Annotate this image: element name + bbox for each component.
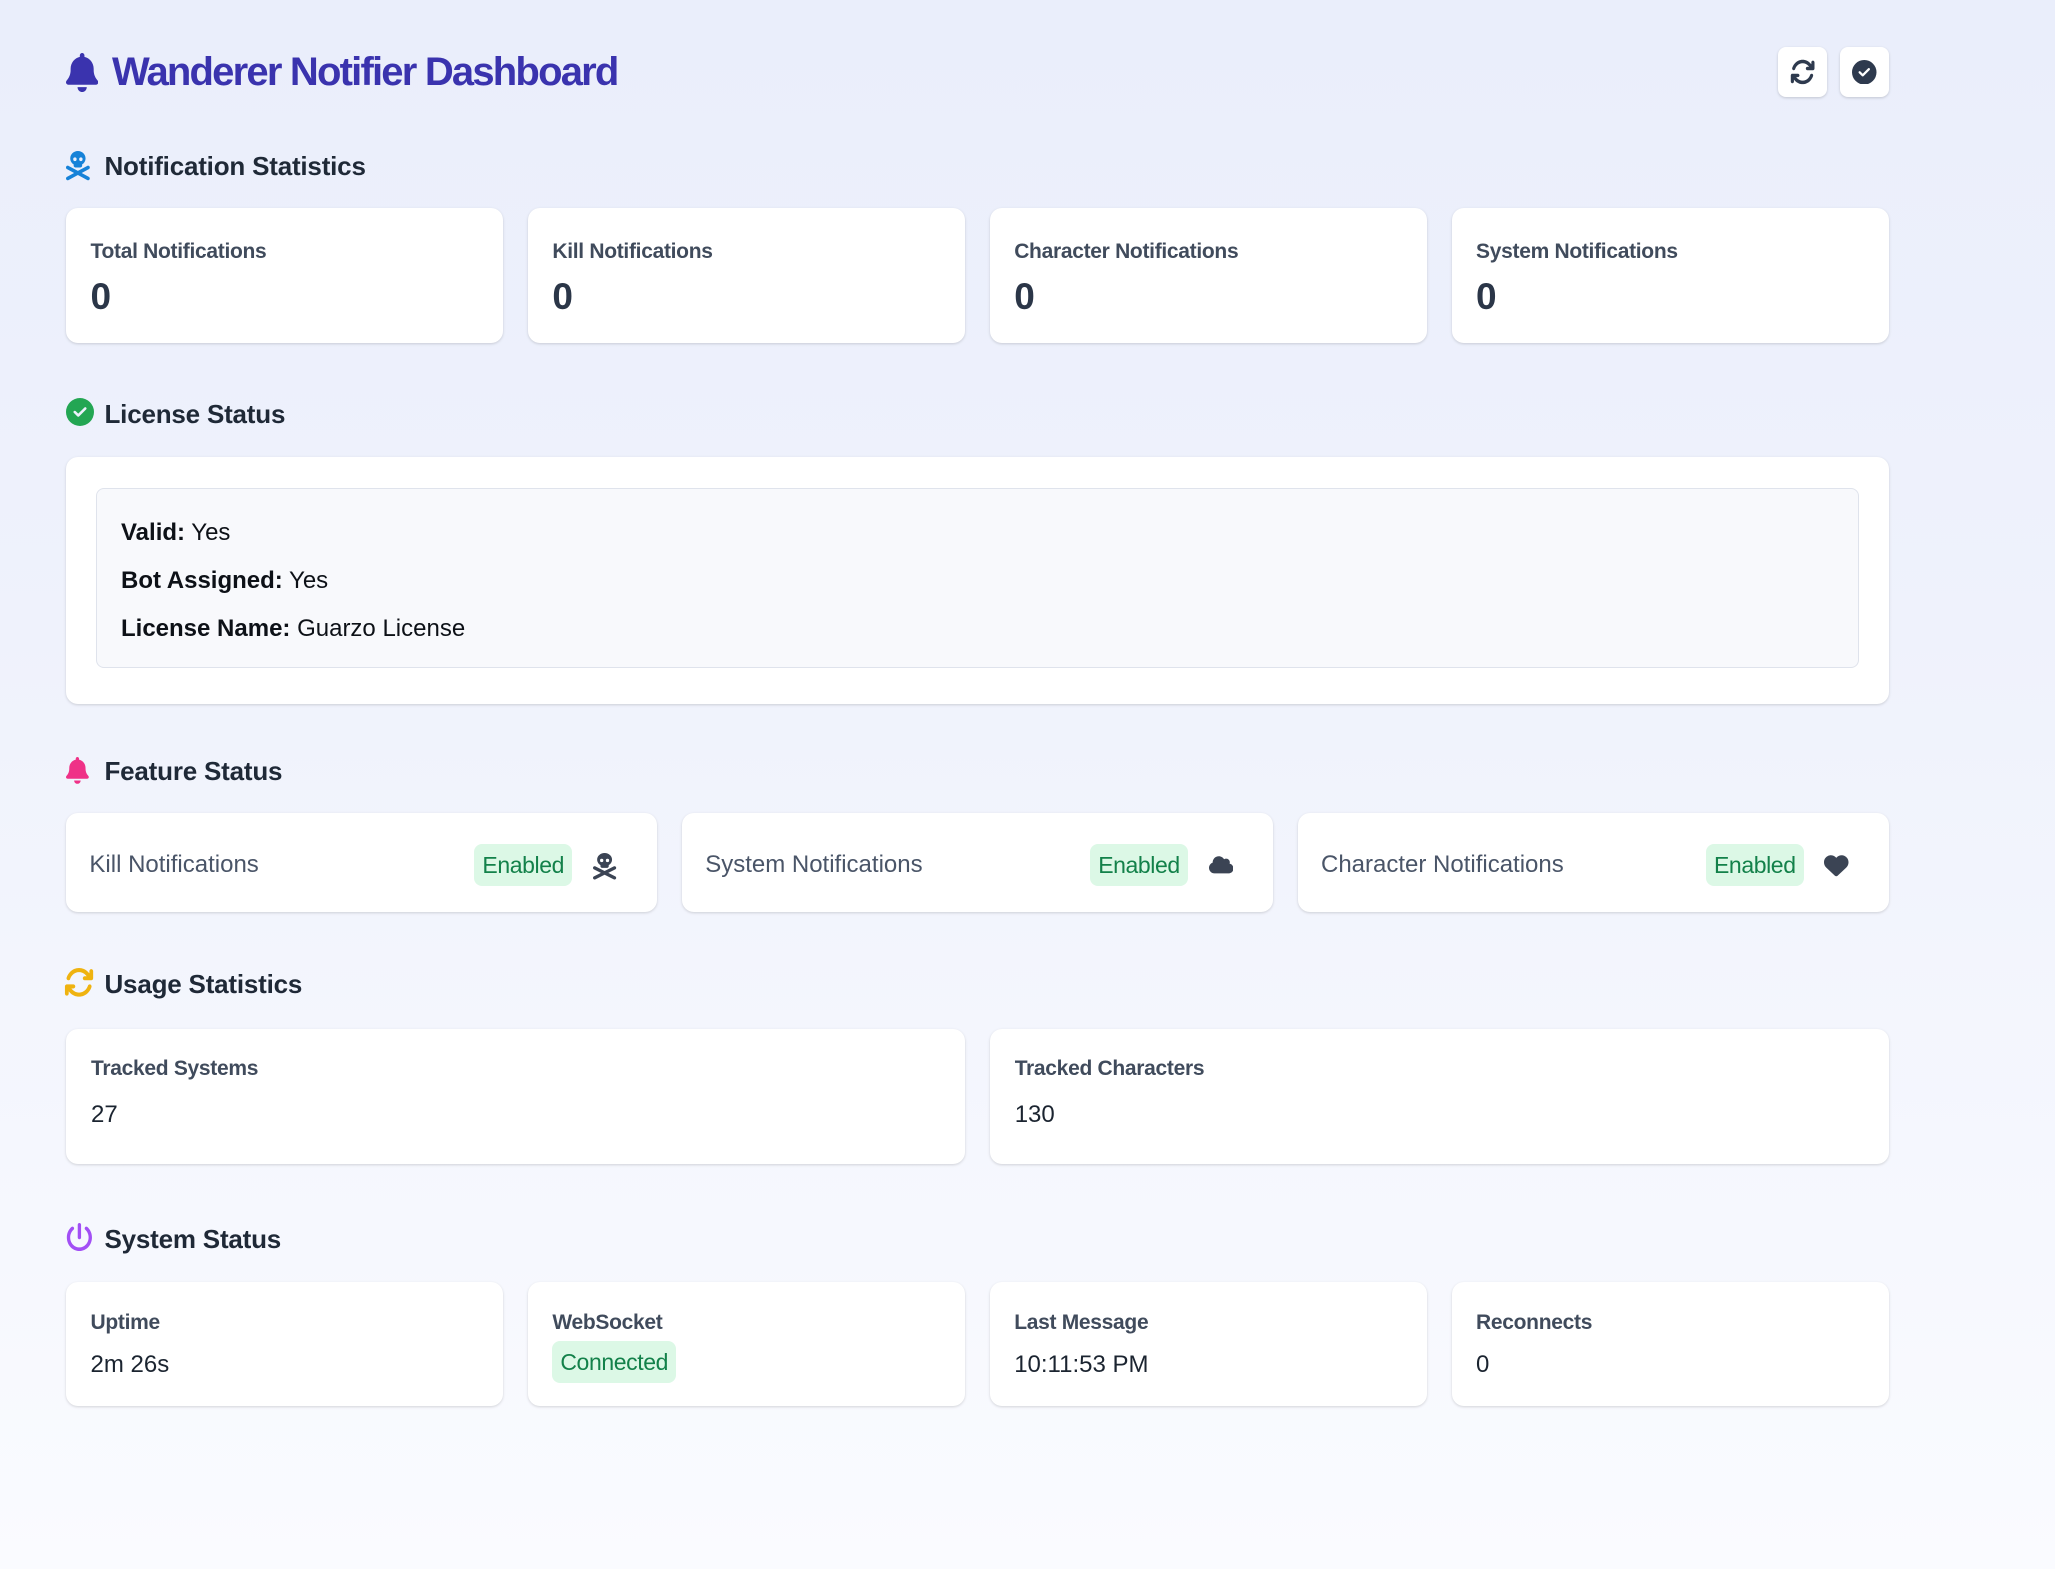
usage-label: Tracked Systems — [91, 1056, 941, 1082]
cloud-icon — [1204, 857, 1238, 877]
section-title: System Status — [104, 1224, 281, 1254]
websocket-status-badge: Connected — [552, 1341, 676, 1383]
status-badge: Enabled — [474, 844, 572, 886]
sync-icon — [64, 966, 94, 999]
bell-icon — [66, 757, 89, 784]
stat-value: 0 — [1014, 275, 1403, 319]
feature-label: Kill Notifications — [89, 851, 474, 879]
feature-card-character: Character Notifications Enabled — [1298, 813, 1889, 912]
usage-cards: Tracked Systems 27 Tracked Characters 13… — [66, 1029, 1889, 1164]
system-card-last-message: Last Message 10:11:53 PM — [990, 1282, 1427, 1406]
license-field-label: License Name: — [121, 615, 290, 642]
system-card-websocket: WebSocket Connected — [528, 1282, 965, 1406]
feature-label: System Notifications — [705, 851, 1090, 879]
badge-row: Connected — [552, 1341, 941, 1383]
stat-card-character: Character Notifications 0 — [990, 208, 1427, 343]
circle-check-icon — [66, 398, 94, 426]
section-head: System Status — [66, 1224, 1889, 1254]
section-head: License Status — [66, 399, 1889, 429]
section-usage-statistics: Usage Statistics Tracked Systems 27 Trac… — [66, 969, 1889, 1164]
stat-card-kill: Kill Notifications 0 — [528, 208, 965, 343]
header-buttons — [1778, 47, 1889, 97]
usage-card-systems: Tracked Systems 27 — [66, 1029, 965, 1164]
section-title: Feature Status — [104, 756, 282, 786]
dashboard-page: Wanderer Notifier Dashboard Notification… — [0, 0, 1990, 1406]
usage-card-characters: Tracked Characters 130 — [990, 1029, 1889, 1164]
license-name: License Name: Guarzo License — [121, 605, 1834, 653]
license-field-label: Bot Assigned: — [121, 567, 283, 594]
bell-icon — [66, 53, 98, 92]
feature-card-system: System Notifications Enabled — [682, 813, 1273, 912]
header: Wanderer Notifier Dashboard — [66, 46, 1889, 98]
section-title: Notification Statistics — [104, 151, 365, 181]
check-circle-icon — [1852, 60, 1877, 85]
system-label: WebSocket — [552, 1310, 941, 1336]
feature-card-kill: Kill Notifications Enabled — [66, 813, 657, 912]
stat-value: 0 — [1476, 275, 1865, 319]
refresh-icon — [1790, 58, 1815, 86]
stat-card-system: System Notifications 0 — [1452, 208, 1889, 343]
section-title: Usage Statistics — [104, 969, 302, 999]
license-field-value: Yes — [289, 567, 328, 594]
license-field-value: Yes — [191, 519, 230, 546]
system-card-reconnects: Reconnects 0 — [1452, 1282, 1889, 1406]
system-value: 10:11:53 PM — [1014, 1351, 1403, 1379]
status-badge: Enabled — [1706, 844, 1804, 886]
usage-value: 27 — [91, 1101, 941, 1129]
stat-value: 0 — [552, 275, 941, 319]
feature-label: Character Notifications — [1321, 851, 1706, 879]
license-valid: Valid: Yes — [121, 509, 1834, 557]
stat-card-total: Total Notifications 0 — [66, 208, 503, 343]
usage-value: 130 — [1015, 1101, 1865, 1129]
license-card: Valid: Yes Bot Assigned: Yes License Nam… — [66, 457, 1889, 704]
system-value: 2m 26s — [91, 1351, 480, 1379]
page-title: Wanderer Notifier Dashboard — [112, 46, 618, 98]
section-head: Usage Statistics — [66, 969, 1889, 999]
heart-icon — [1820, 854, 1854, 879]
license-bot-assigned: Bot Assigned: Yes — [121, 557, 1834, 605]
license-field-value: Guarzo License — [297, 615, 465, 642]
stat-value: 0 — [91, 275, 480, 319]
stat-label: Character Notifications — [1014, 239, 1403, 264]
status-button[interactable] — [1840, 47, 1889, 97]
stat-label: System Notifications — [1476, 239, 1865, 264]
license-box: Valid: Yes Bot Assigned: Yes License Nam… — [96, 488, 1859, 668]
power-icon — [66, 1223, 93, 1252]
system-label: Last Message — [1014, 1310, 1403, 1336]
status-badge: Enabled — [1090, 844, 1188, 886]
stat-label: Total Notifications — [91, 239, 480, 264]
system-label: Uptime — [91, 1310, 480, 1336]
system-label: Reconnects — [1476, 1310, 1865, 1336]
section-license-status: License Status Valid: Yes Bot Assigned: … — [66, 399, 1889, 704]
stat-cards: Total Notifications 0 Kill Notifications… — [66, 208, 1889, 343]
license-field-label: Valid: — [121, 519, 185, 546]
system-card-uptime: Uptime 2m 26s — [66, 1282, 503, 1406]
refresh-button[interactable] — [1778, 47, 1827, 97]
section-notification-statistics: Notification Statistics Total Notificati… — [66, 151, 1889, 343]
skull-crossbones-icon — [588, 853, 622, 880]
stat-label: Kill Notifications — [552, 239, 941, 264]
section-feature-status: Feature Status Kill Notifications Enable… — [66, 756, 1889, 913]
section-system-status: System Status Uptime 2m 26s WebSocket Co… — [66, 1224, 1889, 1406]
section-head: Feature Status — [66, 756, 1889, 786]
feature-cards: Kill Notifications Enabled System Notifi… — [66, 813, 1889, 912]
system-value: 0 — [1476, 1351, 1865, 1379]
skull-crossbones-icon — [66, 151, 90, 180]
system-cards: Uptime 2m 26s WebSocket Connected Last M… — [66, 1282, 1889, 1406]
section-title: License Status — [105, 399, 286, 429]
usage-label: Tracked Characters — [1015, 1056, 1865, 1082]
section-head: Notification Statistics — [66, 151, 1889, 181]
title-wrap: Wanderer Notifier Dashboard — [66, 46, 618, 98]
